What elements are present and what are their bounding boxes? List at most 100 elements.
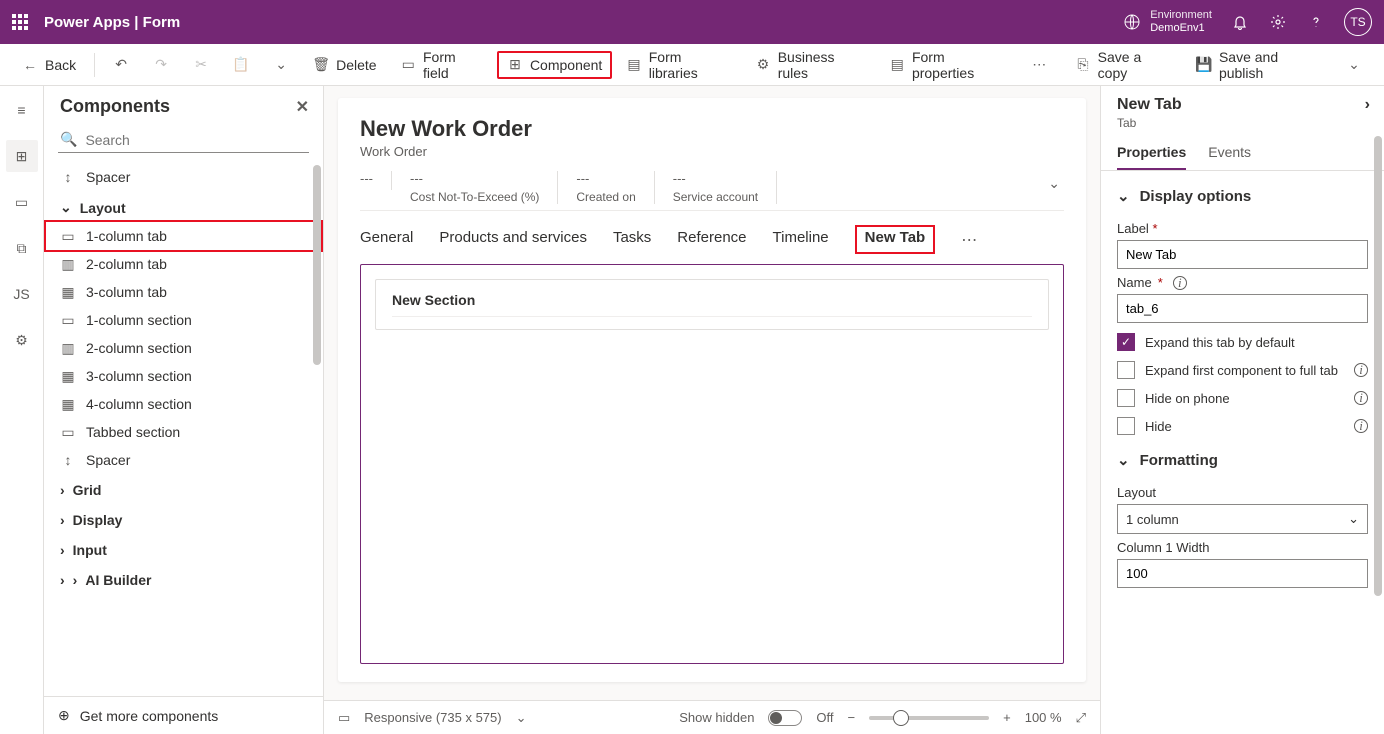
back-button[interactable]: ←Back <box>12 51 86 79</box>
search-input[interactable] <box>85 132 307 148</box>
meta-chevron-icon[interactable]: ⌄ <box>1044 171 1064 196</box>
form-properties-button[interactable]: ▤Form properties <box>880 43 1018 87</box>
comp-4-column-section[interactable]: ▦4-column section <box>44 390 323 418</box>
grid-group[interactable]: ›Grid <box>44 474 323 504</box>
expand-first-checkbox[interactable]: Expand first component to full tabi <box>1117 361 1368 379</box>
paste-dropdown[interactable]: ⌄ <box>263 51 299 79</box>
comp-spacer2[interactable]: ↕Spacer <box>44 446 323 474</box>
environment-picker[interactable]: Environment DemoEnv1 <box>1122 9 1212 35</box>
comp-2-column-section[interactable]: ▥2-column section <box>44 334 323 362</box>
get-more-label: Get more components <box>80 708 219 724</box>
comp-spacer[interactable]: ↕Spacer <box>44 163 323 191</box>
form-field-label: Form field <box>423 49 483 81</box>
meta-account[interactable]: ---Service account <box>673 171 777 204</box>
form-field-rail-icon[interactable]: ▭ <box>6 186 38 218</box>
layout-select[interactable]: 1 column⌄ <box>1117 504 1368 534</box>
hide-checkbox[interactable]: Hidei <box>1117 417 1368 435</box>
save-publish-button[interactable]: 💾Save and publish <box>1186 43 1332 87</box>
comp-1-column-tab[interactable]: ▭1-column tab <box>44 220 323 252</box>
components-rail-icon[interactable]: ⊞ <box>6 140 38 172</box>
expand-default-checkbox[interactable]: ✓Expand this tab by default <box>1117 333 1368 351</box>
meta-cost[interactable]: ---Cost Not-To-Exceed (%) <box>410 171 558 204</box>
formatting-section[interactable]: ⌄Formatting <box>1117 445 1368 479</box>
scrollbar[interactable] <box>1374 136 1382 596</box>
checkbox-checked-icon: ✓ <box>1117 333 1135 351</box>
name-input[interactable] <box>1117 294 1368 323</box>
business-rules-button[interactable]: ⚙Business rules <box>745 43 875 87</box>
show-hidden-toggle[interactable] <box>768 710 802 726</box>
properties-panel: New Tab › Tab Properties Events ⌄Display… <box>1100 86 1384 734</box>
layout-group[interactable]: ⌄Layout <box>44 191 323 222</box>
rules-rail-icon[interactable]: ⚙ <box>6 324 38 356</box>
info-icon[interactable]: i <box>1354 419 1368 433</box>
tab-timeline[interactable]: Timeline <box>773 225 829 254</box>
props-tab-properties[interactable]: Properties <box>1117 138 1186 170</box>
form-canvas[interactable]: New Work Order Work Order --- ---Cost No… <box>338 98 1086 682</box>
zoom-out-button[interactable]: − <box>848 710 856 725</box>
tab-products[interactable]: Products and services <box>439 225 587 254</box>
save-copy-button[interactable]: ⎘Save a copy <box>1065 43 1182 87</box>
form-field-button[interactable]: ▭Form field <box>391 43 493 87</box>
save-publish-dropdown[interactable]: ⌄ <box>1336 51 1372 79</box>
help-icon[interactable] <box>1306 12 1326 32</box>
display-group[interactable]: ›Display <box>44 504 323 534</box>
info-icon[interactable]: i <box>1354 391 1368 405</box>
label-input[interactable] <box>1117 240 1368 269</box>
code-rail-icon[interactable]: JS <box>6 278 38 310</box>
expand-icon[interactable]: › <box>1365 96 1370 114</box>
meta-price[interactable]: --- <box>360 171 392 190</box>
gear-icon[interactable] <box>1268 12 1288 32</box>
bell-icon[interactable] <box>1230 12 1250 32</box>
info-icon[interactable]: i <box>1354 363 1368 377</box>
tab-new-tab[interactable]: New Tab <box>855 225 936 254</box>
new-section[interactable]: New Section <box>375 279 1049 330</box>
fit-icon[interactable]: ⤢ <box>1076 710 1086 726</box>
meta-created[interactable]: ---Created on <box>576 171 654 204</box>
paste-button[interactable]: 📋 <box>223 51 259 79</box>
tab-reference[interactable]: Reference <box>677 225 746 254</box>
props-tab-events[interactable]: Events <box>1208 138 1251 170</box>
tree-rail-icon[interactable]: ⧉ <box>6 232 38 264</box>
component-button[interactable]: ⊞Component <box>497 51 612 79</box>
save-copy-icon: ⎘ <box>1075 57 1090 73</box>
scrollbar[interactable] <box>313 165 321 365</box>
hide-phone-checkbox[interactable]: Hide on phonei <box>1117 389 1368 407</box>
redo-button[interactable]: ↷ <box>143 51 179 79</box>
chevron-right-icon: › <box>73 572 78 588</box>
media-group[interactable]: ››AI Builder <box>44 564 323 594</box>
input-group[interactable]: ›Input <box>44 534 323 564</box>
get-more-components[interactable]: ⊕Get more components <box>44 696 323 734</box>
form-libraries-button[interactable]: ▤Form libraries <box>616 43 741 87</box>
properties-icon: ▤ <box>890 57 905 73</box>
undo-button[interactable]: ↶ <box>103 51 139 79</box>
zoom-in-button[interactable]: + <box>1003 710 1011 725</box>
spacer-icon: ↕ <box>60 452 76 468</box>
display-options-section[interactable]: ⌄Display options <box>1117 181 1368 215</box>
info-icon[interactable]: i <box>1173 276 1187 290</box>
tab-tasks[interactable]: Tasks <box>613 225 651 254</box>
comp-3-column-section[interactable]: ▦3-column section <box>44 362 323 390</box>
form-libraries-label: Form libraries <box>649 49 732 81</box>
save-publish-icon: 💾 <box>1196 57 1212 73</box>
delete-button[interactable]: 🗑Delete <box>303 51 386 79</box>
more-button[interactable]: ⋯ <box>1021 51 1057 79</box>
zoom-slider[interactable] <box>869 716 989 720</box>
component-label: Component <box>530 57 602 73</box>
comp-1-column-section[interactable]: ▭1-column section <box>44 306 323 334</box>
avatar[interactable]: TS <box>1344 8 1372 36</box>
tab-general[interactable]: General <box>360 225 413 254</box>
tab-more-icon[interactable]: ⋯ <box>961 230 977 250</box>
col1-width-input[interactable] <box>1117 559 1368 588</box>
chevron-down-icon[interactable]: ⌄ <box>516 710 527 726</box>
close-icon[interactable]: ✕ <box>296 97 309 117</box>
search-input-wrap[interactable]: 🔍 <box>58 127 309 153</box>
responsive-selector[interactable]: Responsive (735 x 575) <box>364 710 501 725</box>
cut-button[interactable]: ✂ <box>183 51 219 79</box>
hamburger-icon[interactable]: ≡ <box>6 94 38 126</box>
tab-body[interactable]: New Section <box>360 264 1064 664</box>
comp-3-column-tab[interactable]: ▦3-column tab <box>44 278 323 306</box>
redo-icon: ↷ <box>153 57 169 73</box>
waffle-icon[interactable] <box>12 14 28 30</box>
comp-2-column-tab[interactable]: ▥2-column tab <box>44 250 323 278</box>
comp-tabbed-section[interactable]: ▭Tabbed section <box>44 418 323 446</box>
